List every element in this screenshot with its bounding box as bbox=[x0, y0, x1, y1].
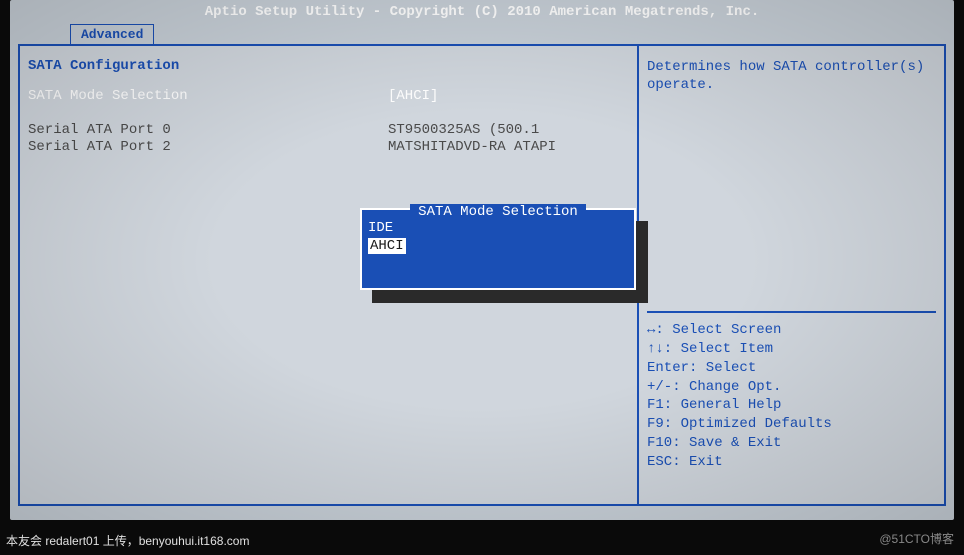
port-value: MATSHITADVD-RA ATAPI bbox=[388, 139, 556, 155]
help-key-screen: ↔: Select Screen bbox=[647, 321, 936, 340]
port-value: ST9500325AS (500.1 bbox=[388, 122, 539, 138]
port-label: Serial ATA Port 2 bbox=[28, 139, 388, 155]
port-row: Serial ATA Port 2 MATSHITADVD-RA ATAPI bbox=[28, 139, 629, 155]
port-row: Serial ATA Port 0 ST9500325AS (500.1 bbox=[28, 122, 629, 138]
help-keys: ↔: Select Screen ↑↓: Select Item Enter: … bbox=[647, 311, 936, 492]
help-description: Determines how SATA controller(s) operat… bbox=[647, 58, 936, 94]
help-key-change: +/-: Change Opt. bbox=[647, 378, 936, 397]
help-key-enter: Enter: Select bbox=[647, 359, 936, 378]
bios-screen: Aptio Setup Utility - Copyright (C) 2010… bbox=[10, 0, 954, 520]
port-label: Serial ATA Port 0 bbox=[28, 122, 388, 138]
header-title: Aptio Setup Utility - Copyright (C) 2010… bbox=[10, 0, 954, 24]
popup-title: SATA Mode Selection bbox=[410, 204, 586, 220]
help-key-esc: ESC: Exit bbox=[647, 453, 936, 472]
watermark: @51CTO博客 bbox=[879, 530, 954, 547]
sata-mode-row[interactable]: SATA Mode Selection [AHCI] bbox=[28, 88, 629, 104]
help-key-f9: F9: Optimized Defaults bbox=[647, 415, 936, 434]
tab-row: Advanced bbox=[10, 24, 954, 44]
popup-option-ahci[interactable]: AHCI bbox=[366, 238, 408, 254]
popup-option-ide[interactable]: IDE bbox=[366, 220, 630, 236]
right-pane: Determines how SATA controller(s) operat… bbox=[639, 46, 944, 504]
help-key-f1: F1: General Help bbox=[647, 396, 936, 415]
section-title: SATA Configuration bbox=[28, 58, 629, 74]
sata-mode-popup: SATA Mode Selection IDE AHCI bbox=[360, 208, 636, 290]
tab-advanced[interactable]: Advanced bbox=[70, 24, 154, 44]
help-key-item: ↑↓: Select Item bbox=[647, 340, 936, 359]
help-key-f10: F10: Save & Exit bbox=[647, 434, 936, 453]
sata-mode-value: [AHCI] bbox=[388, 88, 438, 104]
footer-text: 本友会 redalert01 上传，benyouhui.it168.com bbox=[6, 532, 249, 549]
sata-mode-label: SATA Mode Selection bbox=[28, 88, 388, 104]
